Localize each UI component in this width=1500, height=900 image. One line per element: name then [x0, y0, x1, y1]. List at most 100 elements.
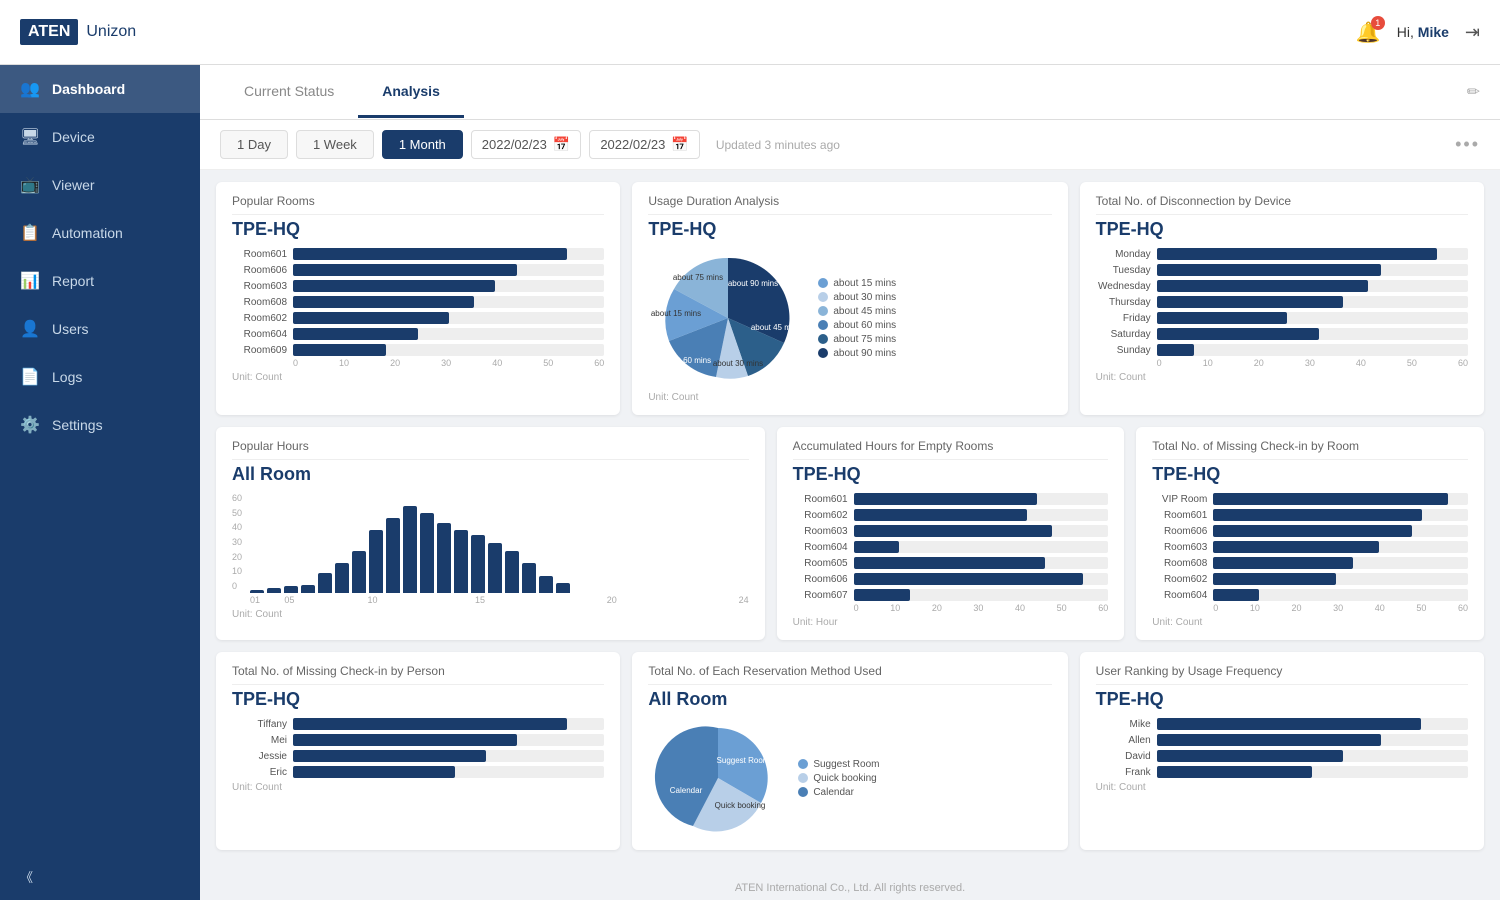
table-row: Tuesday — [1096, 264, 1468, 276]
bar-fill — [1213, 557, 1353, 569]
footer: ATEN International Co., Ltd. All rights … — [200, 876, 1500, 900]
tab-analysis[interactable]: Analysis — [358, 67, 464, 118]
table-row: Room604 — [232, 328, 604, 340]
table-row: Room603 — [1152, 541, 1468, 553]
bar-fill — [854, 525, 1053, 537]
accumulated-hours-subtitle: TPE-HQ — [793, 464, 1109, 485]
sidebar-item-viewer[interactable]: 📺 Viewer — [0, 161, 200, 209]
bar-track — [1213, 509, 1468, 521]
vbar-col — [539, 576, 553, 593]
vbar-col — [556, 583, 570, 593]
table-row: Room606 — [1152, 525, 1468, 537]
bar-label: Jessie — [232, 751, 287, 762]
date-to-input[interactable]: 2022/02/23 📅 — [589, 130, 700, 159]
table-row: Mei — [232, 734, 604, 746]
user-ranking-chart: Mike Allen David Frank — [1096, 718, 1468, 778]
reservation-legend: Suggest Room Quick booking Calendar — [798, 759, 879, 798]
sidebar-item-device[interactable]: 🖥 Device — [0, 113, 200, 161]
legend-label: about 45 mins — [833, 306, 896, 317]
footer-text: ATEN International Co., Ltd. All rights … — [735, 882, 965, 894]
table-row: Thursday — [1096, 296, 1468, 308]
vbar-col — [386, 518, 400, 593]
date-from-value: 2022/02/23 — [482, 137, 547, 152]
bar-label: VIP Room — [1152, 494, 1207, 505]
bar-fill — [1157, 734, 1381, 746]
calendar-to-icon[interactable]: 📅 — [671, 136, 688, 153]
bar-track — [854, 589, 1109, 601]
sidebar-item-logs[interactable]: 📄 Logs — [0, 353, 200, 401]
missing-checkin-room-axis: 0102030405060 — [1152, 603, 1468, 613]
tabs-bar: Current Status Analysis ✏ — [200, 65, 1500, 120]
usage-duration-chart: about 90 mins about 45 mins about 30 min… — [648, 248, 1051, 388]
dashboard-scroll: Popular Rooms TPE-HQ Room601 Room606 Roo… — [200, 170, 1500, 876]
tab-current-status[interactable]: Current Status — [220, 67, 358, 118]
table-row: Tiffany — [232, 718, 604, 730]
sidebar-collapse-button[interactable]: 《 — [0, 853, 200, 900]
bar-fill — [854, 573, 1083, 585]
period-1week-button[interactable]: 1 Week — [296, 130, 374, 159]
bar-label: Mike — [1096, 719, 1151, 730]
bar-label: Sunday — [1096, 345, 1151, 356]
bar-fill — [854, 509, 1027, 521]
missing-checkin-person-title: Total No. of Missing Check-in by Person — [232, 664, 604, 685]
period-1month-button[interactable]: 1 Month — [382, 130, 463, 159]
usage-duration-card: Usage Duration Analysis TPE-HQ — [632, 182, 1067, 415]
bar-track — [293, 344, 604, 356]
sidebar-item-report[interactable]: 📊 Report — [0, 257, 200, 305]
sidebar-label-users: Users — [52, 321, 89, 337]
bar-track — [1157, 264, 1468, 276]
sidebar-item-settings[interactable]: ⚙️ Settings — [0, 401, 200, 449]
sidebar-item-automation[interactable]: 📋 Automation — [0, 209, 200, 257]
period-1day-button[interactable]: 1 Day — [220, 130, 288, 159]
legend-label: about 30 mins — [833, 292, 896, 303]
bar-label: Saturday — [1096, 329, 1151, 340]
vbar-bar — [539, 576, 553, 593]
date-from-input[interactable]: 2022/02/23 📅 — [471, 130, 582, 159]
accumulated-hours-title: Accumulated Hours for Empty Rooms — [793, 439, 1109, 460]
table-row: Room603 — [232, 280, 604, 292]
bar-fill — [1213, 525, 1412, 537]
bar-track — [854, 541, 1109, 553]
bar-fill — [293, 328, 418, 340]
bar-track — [854, 557, 1109, 569]
header: ATEN Unizon 🔔 1 Hi, Mike ⇥ — [0, 0, 1500, 65]
toolbar: 1 Day 1 Week 1 Month 2022/02/23 📅 2022/0… — [200, 120, 1500, 170]
sidebar-item-dashboard[interactable]: 👥 Dashboard — [0, 65, 200, 113]
bar-fill — [293, 766, 455, 778]
bar-label: Room603 — [232, 281, 287, 292]
table-row: Room609 — [232, 344, 604, 356]
reservation-method-chart: Suggest Room Quick booking Calendar Sugg… — [648, 718, 1051, 838]
notification-bell[interactable]: 🔔 1 — [1356, 20, 1381, 45]
bar-label: Allen — [1096, 735, 1151, 746]
calendar-from-icon[interactable]: 📅 — [553, 136, 570, 153]
sidebar-item-users[interactable]: 👤 Users — [0, 305, 200, 353]
bar-track — [854, 493, 1109, 505]
popular-hours-unit: Unit: Count — [232, 609, 749, 620]
disconnection-title: Total No. of Disconnection by Device — [1096, 194, 1468, 215]
logo-icon: ATEN — [20, 19, 78, 45]
missing-checkin-room-unit: Unit: Count — [1152, 617, 1468, 628]
bar-track — [293, 248, 604, 260]
username: Mike — [1418, 24, 1449, 40]
legend-dot — [818, 292, 828, 302]
date-to-value: 2022/02/23 — [600, 137, 665, 152]
disconnection-subtitle: TPE-HQ — [1096, 219, 1468, 240]
legend-dot — [818, 320, 828, 330]
bar-label: Room605 — [793, 558, 848, 569]
missing-checkin-room-card: Total No. of Missing Check-in by Room TP… — [1136, 427, 1484, 640]
sidebar-label-viewer: Viewer — [52, 177, 95, 193]
missing-checkin-room-title: Total No. of Missing Check-in by Room — [1152, 439, 1468, 460]
collapse-icon: 《 — [20, 870, 33, 885]
bar-label: Room608 — [232, 297, 287, 308]
bar-track — [1213, 541, 1468, 553]
more-options-button[interactable]: ••• — [1455, 134, 1480, 155]
logout-icon[interactable]: ⇥ — [1465, 22, 1480, 43]
vbar-bar — [437, 523, 451, 593]
bar-label: Room604 — [793, 542, 848, 553]
legend-item: about 45 mins — [818, 306, 896, 317]
legend-item: about 90 mins — [818, 348, 896, 359]
table-row: Room606 — [793, 573, 1109, 585]
edit-icon[interactable]: ✏ — [1467, 82, 1480, 102]
vbar-bar — [454, 530, 468, 593]
table-row: Friday — [1096, 312, 1468, 324]
